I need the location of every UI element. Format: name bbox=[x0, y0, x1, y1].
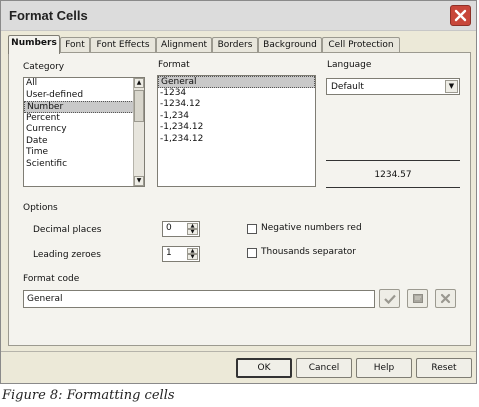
negative-red-checkbox[interactable] bbox=[247, 224, 257, 234]
title-bar: Format Cells bbox=[1, 1, 476, 31]
format-item[interactable]: -1234.12 bbox=[158, 99, 315, 111]
button-separator bbox=[1, 351, 476, 352]
decimal-places-stepper[interactable]: 0 ▲ ▼ bbox=[162, 221, 200, 237]
language-dropdown[interactable]: Default ▼ bbox=[326, 78, 460, 95]
dialog-title: Format Cells bbox=[9, 8, 88, 23]
preview-bottom-rule bbox=[326, 187, 460, 188]
scroll-thumb[interactable] bbox=[134, 90, 144, 122]
leading-zeroes-stepper[interactable]: 1 ▲ ▼ bbox=[162, 246, 200, 262]
language-label: Language bbox=[327, 60, 372, 70]
category-item-selected[interactable]: Number bbox=[24, 101, 144, 113]
tab-borders[interactable]: Borders bbox=[212, 37, 258, 53]
preview-top-rule bbox=[326, 160, 460, 161]
format-code-label: Format code bbox=[23, 274, 80, 284]
language-value: Default bbox=[331, 82, 364, 92]
format-item[interactable]: -1234 bbox=[158, 88, 315, 100]
scroll-up-icon[interactable]: ▲ bbox=[134, 78, 144, 88]
thousands-separator-checkbox[interactable] bbox=[247, 248, 257, 258]
figure-caption: Figure 8: Formatting cells bbox=[2, 388, 175, 403]
delete-icon bbox=[440, 293, 451, 304]
negative-red-label: Negative numbers red bbox=[261, 223, 362, 233]
format-item-selected[interactable]: General bbox=[158, 76, 315, 88]
tab-font[interactable]: Font bbox=[60, 37, 90, 53]
delete-format-button[interactable] bbox=[435, 289, 456, 308]
leading-zeroes-value: 1 bbox=[166, 248, 172, 258]
help-button[interactable]: Help bbox=[356, 358, 412, 378]
tab-cell-protection[interactable]: Cell Protection bbox=[322, 37, 400, 53]
chevron-down-icon[interactable]: ▼ bbox=[445, 80, 458, 93]
format-item[interactable]: -1,234 bbox=[158, 111, 315, 123]
category-item[interactable]: Percent bbox=[24, 113, 144, 125]
category-item[interactable]: Time bbox=[24, 147, 144, 159]
format-item[interactable]: -1,234.12 bbox=[158, 122, 315, 134]
tab-font-effects[interactable]: Font Effects bbox=[90, 37, 156, 53]
decimal-places-label: Decimal places bbox=[33, 225, 102, 235]
category-item[interactable]: User-defined bbox=[24, 90, 144, 102]
category-label: Category bbox=[23, 62, 65, 72]
format-code-input[interactable]: General bbox=[23, 290, 375, 308]
tab-numbers[interactable]: Numbers bbox=[8, 35, 60, 54]
reset-button[interactable]: Reset bbox=[416, 358, 472, 378]
category-scrollbar[interactable]: ▲ ▼ bbox=[133, 78, 144, 186]
format-preview: 1234.57 bbox=[374, 170, 412, 180]
comment-icon bbox=[412, 294, 423, 303]
category-item[interactable]: Currency bbox=[24, 124, 144, 136]
cancel-button[interactable]: Cancel bbox=[296, 358, 352, 378]
category-list[interactable]: All User-defined Number Percent Currency… bbox=[23, 77, 145, 187]
ok-button[interactable]: OK bbox=[236, 358, 292, 378]
decrement-icon[interactable]: ▼ bbox=[187, 229, 198, 235]
category-item[interactable]: Scientific bbox=[24, 159, 144, 171]
format-list[interactable]: General -1234 -1234.12 -1,234 -1,234.12 … bbox=[157, 75, 316, 187]
decimal-places-value: 0 bbox=[166, 223, 172, 233]
category-item[interactable]: All bbox=[24, 78, 144, 90]
numbers-panel: Category All User-defined Number Percent… bbox=[8, 52, 471, 346]
category-item[interactable]: Date bbox=[24, 136, 144, 148]
tab-alignment[interactable]: Alignment bbox=[156, 37, 212, 53]
close-icon bbox=[454, 9, 467, 22]
thousands-separator-label: Thousands separator bbox=[261, 247, 356, 257]
close-button[interactable] bbox=[450, 5, 471, 26]
comment-format-button[interactable] bbox=[407, 289, 428, 308]
options-label: Options bbox=[23, 203, 58, 213]
format-item[interactable]: -1,234.12 bbox=[158, 134, 315, 146]
scroll-down-icon[interactable]: ▼ bbox=[134, 176, 144, 186]
tab-background[interactable]: Background bbox=[258, 37, 322, 53]
decrement-icon[interactable]: ▼ bbox=[187, 254, 198, 260]
format-label: Format bbox=[158, 60, 190, 70]
accept-format-button[interactable] bbox=[379, 289, 400, 308]
format-cells-dialog: Format Cells Numbers Font Font Effects A… bbox=[0, 0, 477, 384]
checkmark-icon bbox=[383, 294, 396, 304]
leading-zeroes-label: Leading zeroes bbox=[33, 250, 101, 260]
